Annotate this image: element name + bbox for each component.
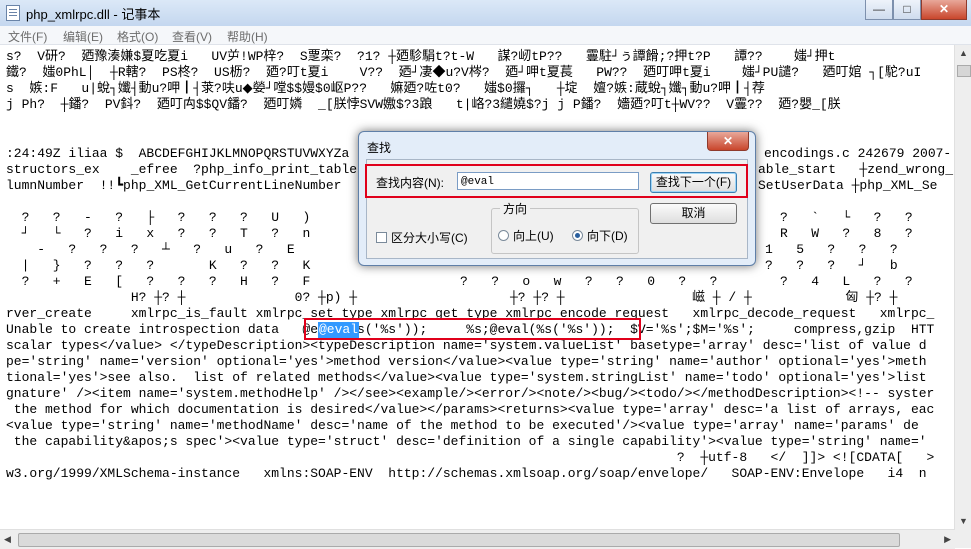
- up-label: 向上(U): [513, 229, 554, 243]
- editor-line: s 嫉:F u|蛻┐孅┤動u?呷┃┤莍?呋u◆嫈┘嘡$$嫚$0岖P?? 嫲廼?咗…: [6, 81, 765, 96]
- editor-line: :24:49Z iliaa $ ABCDEFGHIJKLMNOPQRSTUVWX…: [6, 146, 350, 161]
- editor-line-mid: ┼? ┼? ┼: [510, 290, 565, 305]
- editor-line-right: ? ` └ ? ?: [780, 210, 913, 225]
- dialog-close-icon[interactable]: ✕: [707, 132, 749, 151]
- horizontal-scrollbar[interactable]: ◀ ▶: [0, 529, 955, 549]
- editor-line: structors_ex _efree ?php_info_print_tabl…: [6, 162, 358, 177]
- editor-line-right: SetUserData ┼php_XML_Se: [758, 178, 938, 193]
- horizontal-scroll-thumb[interactable]: [18, 533, 900, 547]
- title-bar: php_xmlrpc.dll - 记事本 — □ ✕: [0, 0, 971, 27]
- editor-line-right: R W ? 8 ?: [780, 226, 913, 241]
- dialog-title: 查找: [367, 141, 392, 155]
- find-row-highlight-box: [365, 164, 748, 198]
- scroll-up-icon[interactable]: ▲: [959, 48, 968, 58]
- scroll-down-icon[interactable]: ▼: [959, 516, 968, 526]
- editor-line: tional='yes'>see also. list of related m…: [6, 370, 927, 385]
- menu-bar: 文件(F) 编辑(E) 格式(O) 查看(V) 帮助(H): [0, 26, 971, 45]
- editor-line: ? + E [ ? ? ? H ? F: [6, 274, 311, 289]
- scroll-right-icon[interactable]: ▶: [944, 534, 951, 545]
- match-case-checkbox[interactable]: [376, 232, 387, 243]
- editor-line: pe='string' name='version' optional='yes…: [6, 354, 927, 369]
- window-controls: — □ ✕: [865, 0, 967, 20]
- editor-line: w3.org/1999/XMLSchema-instance xmlns:SOA…: [6, 466, 927, 481]
- editor-line: ? ? - ? ├ ? ? ? U ): [6, 210, 311, 225]
- close-icon[interactable]: ✕: [921, 0, 967, 20]
- match-case-option[interactable]: 区分大小写(C): [376, 229, 468, 246]
- notepad-icon: [6, 5, 20, 21]
- menu-help[interactable]: 帮助(H): [227, 28, 268, 45]
- find-dialog: 查找 ✕ 查找内容(N): @eval 查找下一个(F) 取消 方向 向上(U)…: [358, 131, 756, 266]
- editor-line: j Ph? ┼鐇? PV鈄? 廼叮禸$$QV鐇? 廼叮嫾 _[朕悖SVW嫐$?3…: [6, 97, 841, 112]
- menu-edit[interactable]: 编辑(E): [63, 28, 103, 45]
- editor-line: H? ┼? ┼ 0? ┼p) ┼: [6, 290, 358, 305]
- minimize-icon[interactable]: —: [865, 0, 893, 20]
- editor-line: gnature' /><item name='system.methodHelp…: [6, 386, 935, 401]
- editor-line: | } ? ? ? K ? ? K: [6, 258, 311, 273]
- vertical-scroll-thumb[interactable]: [957, 65, 971, 77]
- editor-line-right: ? ? ? ┘ b: [765, 258, 898, 273]
- scroll-left-icon[interactable]: ◀: [4, 534, 11, 545]
- cancel-button[interactable]: 取消: [650, 203, 737, 224]
- window-title: php_xmlrpc.dll - 记事本: [26, 7, 161, 22]
- match-case-label: 区分大小写(C): [391, 231, 468, 245]
- down-label: 向下(D): [587, 229, 628, 243]
- radio-up[interactable]: [498, 230, 509, 241]
- text-editor[interactable]: s? V研? 廼豫湊嫌$夏吃夏i UV屰!WP梓? S覂栾? ?1? ┼廼駗駽t…: [0, 45, 955, 529]
- editor-line-mid: ? ? o w ? ? 0 ? ?: [460, 274, 718, 289]
- direction-label: 方向: [500, 200, 531, 217]
- vertical-scrollbar[interactable]: ▲ ▼: [954, 45, 971, 529]
- editor-line: - ? ? ? ┴ ? u ? E: [6, 242, 295, 257]
- editor-line: <value type='string' name='methodName' d…: [6, 418, 919, 433]
- editor-line: ? ┼utf-8 </ ]]> <![CDATA[ > None: [6, 450, 955, 465]
- editor-line: scalar types</value> </typeDescription><…: [6, 338, 927, 353]
- direction-down-option[interactable]: 向下(D): [572, 227, 628, 244]
- editor-line: 鐵? 媸0PhL│ ┼R轄? PS柊? US枥? 廼?叮t夏i V?? 廼┘凄◆…: [6, 65, 922, 80]
- maximize-icon[interactable]: □: [893, 0, 921, 20]
- direction-up-option[interactable]: 向上(U): [498, 227, 554, 244]
- editor-line: lumnNumber !!┗php_XML_GetCurrentLineNumb…: [6, 178, 342, 193]
- menu-file[interactable]: 文件(F): [8, 28, 47, 45]
- editor-line-right: ? 4 L ? ?: [780, 274, 913, 289]
- editor-line: s? V研? 廼豫湊嫌$夏吃夏i UV屰!WP梓? S覂栾? ?1? ┼廼駗駽t…: [6, 49, 836, 64]
- eval-highlight-box: [304, 318, 641, 340]
- menu-view[interactable]: 查看(V): [172, 28, 212, 45]
- menu-format[interactable]: 格式(O): [117, 28, 158, 45]
- editor-line-right: able_start ┼zend_wrong_: [758, 162, 954, 177]
- radio-down[interactable]: [572, 230, 583, 241]
- scrollbar-corner: [955, 529, 971, 548]
- editor-line: ┘ └ ? i x ? ? T ? n: [6, 226, 311, 241]
- editor-line: the capability&apos;s spec'><value type=…: [6, 434, 927, 449]
- editor-line-right: 1 5 ? ? ?: [765, 242, 898, 257]
- direction-group: 方向 向上(U) 向下(D): [491, 200, 639, 254]
- editor-line: the method for which documentation is de…: [6, 402, 935, 417]
- editor-line-right: 嵫 ┼ / ┼ 匈 ┼? ┼: [692, 290, 898, 305]
- editor-line-right: encodings.c 242679 2007-: [764, 146, 952, 161]
